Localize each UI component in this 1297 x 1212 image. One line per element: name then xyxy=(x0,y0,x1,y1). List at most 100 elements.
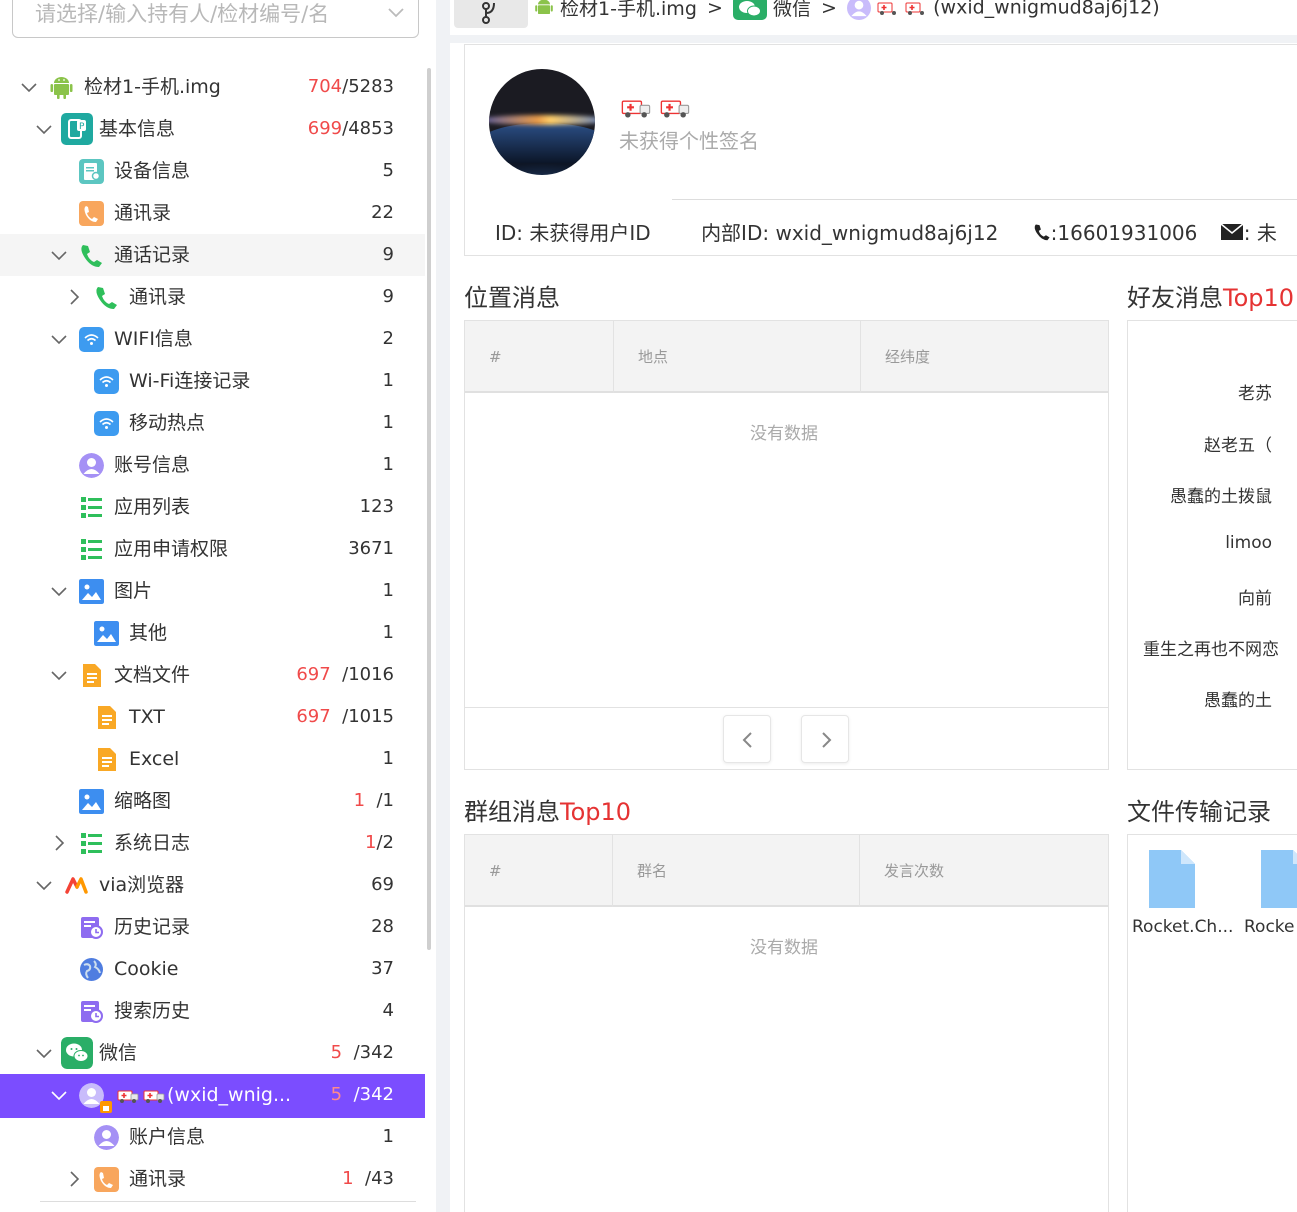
holder-select[interactable] xyxy=(12,0,419,38)
friend-label: 老苏 xyxy=(1238,384,1272,404)
tree-count: 1 xyxy=(382,370,394,391)
tree-item-system-log[interactable]: 系统日志 1/2 xyxy=(0,822,425,864)
tree-label: 设备信息 xyxy=(114,160,191,182)
user-avatar-icon xyxy=(79,453,104,478)
chevron-down-icon[interactable] xyxy=(34,119,54,139)
tree-scrollbar[interactable] xyxy=(427,68,431,950)
image-icon xyxy=(94,621,119,646)
tree-label: Excel xyxy=(129,748,180,770)
chevron-right-icon[interactable] xyxy=(64,287,84,307)
file-item[interactable]: Rocke xyxy=(1244,845,1297,945)
tree-item-txt[interactable]: TXT 697 /1015 xyxy=(0,696,425,738)
history-icon xyxy=(81,917,103,939)
tree-item-via-browser[interactable]: via浏览器 69 xyxy=(0,864,425,906)
tree-item-account-details[interactable]: 账户信息 1 xyxy=(0,1116,425,1158)
column-header[interactable]: 群名 xyxy=(613,835,860,907)
left-panel: 检材1-手机.img 704/5283 P 基本信息 699/4853 设备信息… xyxy=(0,0,436,1212)
chevron-down-icon[interactable] xyxy=(19,77,39,97)
breadcrumb-item[interactable]: (wxid_wnigmud8aj6j12) xyxy=(933,0,1160,19)
tree-item-basic-info[interactable]: P 基本信息 699/4853 xyxy=(0,108,425,150)
tree-label: 应用列表 xyxy=(114,496,191,518)
divider xyxy=(40,1201,416,1202)
profile-id-row: ID: 未获得用户ID 内部ID: wxid_wnigmud8aj6j12 :1… xyxy=(495,217,1277,246)
tree-label: 图片 xyxy=(114,580,153,602)
column-header[interactable]: 经纬度 xyxy=(861,321,1108,393)
user-id: ID: 未获得用户ID xyxy=(495,221,651,245)
tree-item-documents[interactable]: 文档文件 697 /1016 xyxy=(0,654,425,696)
wifi-icon xyxy=(79,327,104,352)
breadcrumb-item[interactable]: 微信 xyxy=(773,0,811,20)
tree-count: 4 xyxy=(382,1000,394,1021)
tree-count: 9 xyxy=(382,286,394,307)
tree-item-device-info[interactable]: 设备信息 5 xyxy=(0,150,425,192)
column-header[interactable]: # xyxy=(465,321,614,393)
chevron-down-icon[interactable] xyxy=(49,581,69,601)
tree-item-search-history[interactable]: 搜索历史 4 xyxy=(0,990,425,1032)
tree-item-app-permissions[interactable]: 应用申请权限 3671 xyxy=(0,528,425,570)
table-header: # 群名 发言次数 xyxy=(465,835,1108,907)
chevron-down-icon[interactable] xyxy=(49,245,69,265)
prev-page-button[interactable] xyxy=(723,715,771,763)
tree-item-image[interactable]: 检材1-手机.img 704/5283 xyxy=(0,66,425,108)
chevron-down-icon[interactable] xyxy=(34,1043,54,1063)
email: : 未 xyxy=(1243,221,1277,245)
chevron-right-icon[interactable] xyxy=(49,833,69,853)
phone-icon xyxy=(96,287,117,309)
ambulance-emoji-icon xyxy=(143,1090,165,1103)
column-header[interactable]: 发言次数 xyxy=(860,835,1108,907)
nickname-emojis xyxy=(621,97,690,123)
chevron-down-icon[interactable] xyxy=(49,665,69,685)
next-page-button[interactable] xyxy=(801,715,849,763)
profile-avatar[interactable] xyxy=(489,69,595,175)
chevron-down-icon[interactable] xyxy=(49,329,69,349)
tree-item-excel[interactable]: Excel 1 xyxy=(0,738,425,780)
tree-count: 1 xyxy=(382,580,394,601)
chevron-down-icon[interactable] xyxy=(34,875,54,895)
tree-item-thumbnails[interactable]: 缩略图 1 /1 xyxy=(0,780,425,822)
tree-item-wifi-connections[interactable]: Wi-Fi连接记录 1 xyxy=(0,360,425,402)
tree-label: WIFI信息 xyxy=(114,328,193,350)
tree-item-history[interactable]: 历史记录 28 xyxy=(0,906,425,948)
chevron-left-icon xyxy=(742,732,752,748)
document-icon xyxy=(98,706,116,729)
wechat-icon xyxy=(61,1037,93,1069)
tree-item-contacts[interactable]: 通讯录 22 xyxy=(0,192,425,234)
column-header[interactable]: 地点 xyxy=(614,321,861,393)
tree-count: 5 /342 xyxy=(330,1042,394,1063)
basic-info-icon: P xyxy=(61,113,93,145)
tree-count: 697 /1016 xyxy=(296,664,394,685)
file-item[interactable]: Rocket.Ch... xyxy=(1132,845,1242,945)
tree-item-call-contacts[interactable]: 通讯录 9 xyxy=(0,276,425,318)
chevron-down-icon[interactable] xyxy=(385,1,407,23)
panel-divider[interactable] xyxy=(436,0,450,1212)
column-header[interactable]: # xyxy=(465,835,613,907)
tree-item-wifi[interactable]: WIFI信息 2 xyxy=(0,318,425,360)
breadcrumb-item[interactable]: 检材1-手机.img xyxy=(560,0,697,20)
location-title: 位置消息 xyxy=(464,284,560,312)
tree-item-wechat-account[interactable]: (wxid_wnig... 5 /342 xyxy=(0,1074,425,1118)
branch-button[interactable] xyxy=(454,0,528,28)
document-icon xyxy=(83,664,101,687)
tree-label: 检材1-手机.img xyxy=(84,76,221,98)
tree-item-pictures[interactable]: 图片 1 xyxy=(0,570,425,612)
chevron-right-icon[interactable] xyxy=(64,1169,84,1189)
file-transfer-title: 文件传输记录 xyxy=(1127,798,1271,826)
group-table: # 群名 发言次数 没有数据 xyxy=(464,834,1109,1212)
tree-item-wechat-contacts[interactable]: 通讯录 1 /43 xyxy=(0,1158,425,1200)
tree-item-pictures-other[interactable]: 其他 1 xyxy=(0,612,425,654)
tree-count: 697 /1015 xyxy=(296,706,394,727)
tree-count: 5 xyxy=(382,160,394,181)
tree-item-cookie[interactable]: Cookie 37 xyxy=(0,948,425,990)
via-browser-icon xyxy=(65,877,88,894)
group-title: 群组消息Top10 xyxy=(464,798,632,826)
tree-label: 账号信息 xyxy=(114,454,191,476)
search-input[interactable] xyxy=(35,0,375,29)
table-header: # 地点 经纬度 xyxy=(465,321,1108,393)
chevron-down-icon[interactable] xyxy=(49,1085,69,1105)
tree-item-hotspot[interactable]: 移动热点 1 xyxy=(0,402,425,444)
tree-item-wechat[interactable]: 微信 5 /342 xyxy=(0,1032,425,1074)
tree-item-app-list[interactable]: 应用列表 123 xyxy=(0,486,425,528)
tree-item-account-info[interactable]: 账号信息 1 xyxy=(0,444,425,486)
friend-label: 赵老五（ xyxy=(1204,436,1272,456)
tree-item-call-log[interactable]: 通话记录 9 xyxy=(0,234,425,276)
